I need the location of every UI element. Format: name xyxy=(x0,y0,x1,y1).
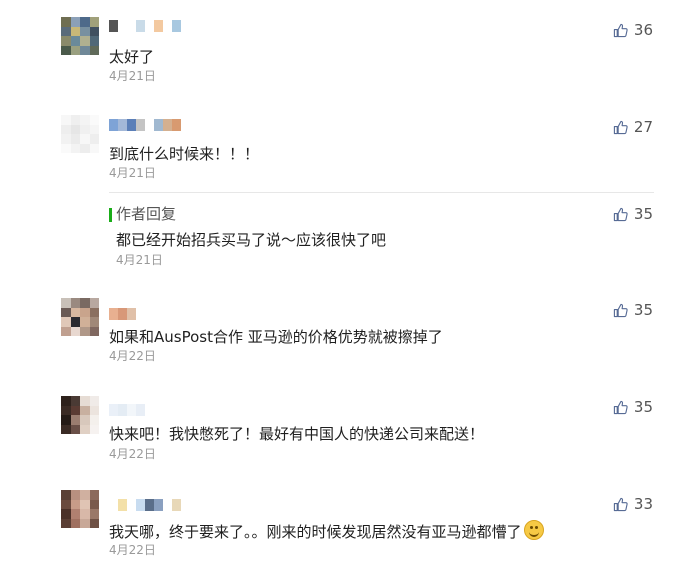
comment-text: 快来吧！我快憋死了！最好有中国人的快递公司来配送！ xyxy=(109,425,485,443)
thumbs-up-icon xyxy=(613,120,628,134)
like-count: 35 xyxy=(633,301,653,319)
thumbs-up-icon xyxy=(613,497,628,511)
like-button[interactable]: 33 xyxy=(613,495,653,513)
like-count: 35 xyxy=(633,205,653,223)
like-button[interactable]: 35 xyxy=(613,398,653,416)
comment-text: 太好了 xyxy=(109,48,155,66)
comment-date: 4月22日 xyxy=(109,447,156,461)
commenter-name[interactable] xyxy=(109,404,145,416)
avatar[interactable] xyxy=(61,490,99,528)
reply-marker xyxy=(109,208,112,222)
comment-date: 4月21日 xyxy=(109,69,156,83)
comment-text-content: 我天哪，终于要来了。。刚来的时候发现居然没有亚马逊都懵了 xyxy=(109,523,522,541)
comment-text: 如果和AusPost合作 亚马逊的价格优势就被擦掉了 xyxy=(109,328,443,346)
thumbs-up-icon xyxy=(613,400,628,414)
like-button[interactable]: 27 xyxy=(613,118,653,136)
divider xyxy=(109,192,654,193)
comment-text: 我天哪，终于要来了。。刚来的时候发现居然没有亚马逊都懵了 xyxy=(109,520,544,542)
smile-emoji-icon xyxy=(523,520,544,540)
like-count: 36 xyxy=(633,21,653,39)
avatar[interactable] xyxy=(61,396,99,434)
reply-date: 4月21日 xyxy=(116,253,163,267)
comment-date: 4月22日 xyxy=(109,543,156,557)
commenter-name[interactable] xyxy=(109,20,181,32)
like-count: 33 xyxy=(633,495,653,513)
commenter-name[interactable] xyxy=(109,119,181,131)
author-reply-label: 作者回复 xyxy=(116,205,177,223)
avatar[interactable] xyxy=(61,298,99,336)
like-button[interactable]: 36 xyxy=(613,21,653,39)
like-count: 35 xyxy=(633,398,653,416)
comment-date: 4月21日 xyxy=(109,166,156,180)
thumbs-up-icon xyxy=(613,23,628,37)
avatar[interactable] xyxy=(61,17,99,55)
like-button[interactable]: 35 xyxy=(613,205,653,223)
comment-date: 4月22日 xyxy=(109,349,156,363)
commenter-name[interactable] xyxy=(109,308,136,320)
thumbs-up-icon xyxy=(613,303,628,317)
reply-text: 都已经开始招兵买马了说～应该很快了吧 xyxy=(116,231,387,249)
like-count: 27 xyxy=(633,118,653,136)
avatar[interactable] xyxy=(61,115,99,153)
thumbs-up-icon xyxy=(613,207,628,221)
commenter-name[interactable] xyxy=(109,499,181,511)
like-button[interactable]: 35 xyxy=(613,301,653,319)
comment-text: 到底什么时候来！！！ xyxy=(109,145,260,163)
